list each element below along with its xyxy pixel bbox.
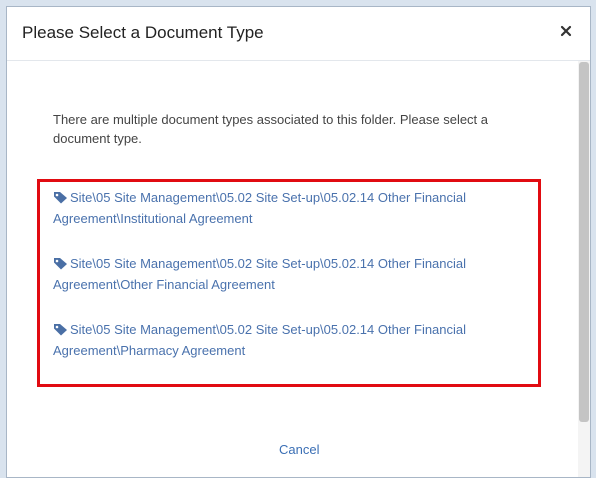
dialog-header: Please Select a Document Type: [7, 7, 590, 61]
intro-text: There are multiple document types associ…: [53, 112, 489, 146]
document-type-label: Site\05 Site Management\05.02 Site Set-u…: [53, 256, 467, 292]
document-type-label: Site\05 Site Management\05.02 Site Set-u…: [53, 322, 467, 358]
tag-icon: [53, 321, 68, 336]
tag-icon: [53, 255, 68, 270]
document-type-dialog: Please Select a Document Type There are …: [6, 6, 591, 478]
scrollbar[interactable]: [578, 61, 590, 477]
document-type-label: Site\05 Site Management\05.02 Site Set-u…: [53, 190, 467, 226]
close-glyph: [560, 25, 572, 37]
document-type-link[interactable]: Site\05 Site Management\05.02 Site Set-u…: [53, 319, 533, 361]
tag-icon: [53, 189, 68, 204]
document-type-link[interactable]: Site\05 Site Management\05.02 Site Set-u…: [53, 187, 533, 229]
dialog-body: There are multiple document types associ…: [7, 61, 590, 477]
cancel-button[interactable]: Cancel: [279, 442, 319, 457]
scrollbar-thumb[interactable]: [579, 62, 589, 422]
document-type-link[interactable]: Site\05 Site Management\05.02 Site Set-u…: [53, 253, 533, 295]
close-icon[interactable]: [558, 23, 574, 39]
dialog-title: Please Select a Document Type: [22, 23, 264, 42]
